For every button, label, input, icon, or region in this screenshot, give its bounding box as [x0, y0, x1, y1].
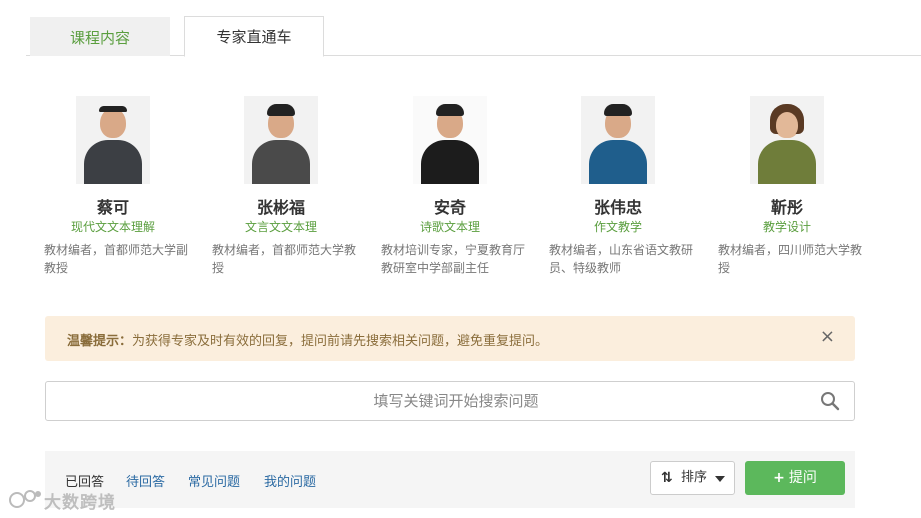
expert-hair-shape [604, 104, 632, 116]
expert-name: 靳彤 [770, 198, 803, 217]
expert-name: 张伟忠 [593, 198, 642, 217]
expert-description: 教材编者，首都师范大学副教授 [44, 243, 189, 275]
expert-body-shape [421, 140, 479, 184]
expert-description: 教材编者，四川师范大学教授 [718, 243, 863, 275]
plus-icon: + [773, 470, 785, 486]
expert-body-shape [758, 140, 816, 184]
notice-title: 温馨提示： [67, 334, 133, 349]
expert-hair-shape [436, 104, 464, 116]
watermark-logo-icon [9, 490, 41, 508]
expert-body-shape [84, 140, 142, 184]
sort-label: 排序 [681, 470, 708, 485]
expert-photo [76, 96, 150, 184]
ask-label: 提问 [788, 470, 817, 486]
expert-card[interactable]: 张彬福 文言文文本理 教材编者，首都师范大学教授 [208, 96, 358, 277]
filter-pending[interactable]: 待回答 [126, 471, 165, 490]
expert-body-shape [252, 140, 310, 184]
notice-body: 为获得专家及时有效的回复，提问前请先搜索相关问题，避免重复提问。 [132, 334, 549, 349]
ask-question-button[interactable]: + 提问 [745, 461, 845, 495]
expert-field[interactable]: 现代文文本理解 [40, 218, 186, 235]
expert-field[interactable]: 文言文文本理 [208, 218, 354, 235]
expert-field[interactable]: 作文教学 [545, 218, 691, 235]
expert-card[interactable]: 安奇 诗歌文本理 教材培训专家，宁夏教育厅教研室中学部副主任 [377, 96, 527, 277]
question-toolbar: 已回答 待回答 常见问题 我的问题 ⇅ 排序 + 提问 [45, 451, 855, 508]
expert-photo [750, 96, 824, 184]
expert-face-shape [776, 112, 798, 138]
expert-name: 安奇 [433, 198, 466, 217]
expert-hair-shape [99, 106, 127, 112]
expert-photo [413, 96, 487, 184]
tab-course-content[interactable]: 课程内容 [30, 17, 170, 56]
expert-head-shape [100, 108, 126, 138]
expert-description: 教材编者，首都师范大学教授 [212, 243, 357, 275]
expert-card[interactable]: 靳彤 教学设计 教材编者，四川师范大学教授 [714, 96, 864, 277]
expert-description: 教材编者，山东省语文教研员、特级教师 [549, 243, 694, 275]
expert-field[interactable]: 诗歌文本理 [377, 218, 523, 235]
expert-name: 张彬福 [256, 198, 305, 217]
expert-card[interactable]: 蔡可 现代文文本理解 教材编者，首都师范大学副教授 [40, 96, 190, 277]
notice-message: 温馨提示：为获得专家及时有效的回复，提问前请先搜索相关问题，避免重复提问。 [67, 330, 548, 349]
sort-arrows-icon: ⇅ [661, 470, 673, 486]
sort-dropdown[interactable]: ⇅ 排序 [650, 461, 735, 495]
tip-notice: 温馨提示：为获得专家及时有效的回复，提问前请先搜索相关问题，避免重复提问。 × [45, 316, 855, 361]
search-icon[interactable] [820, 391, 840, 411]
filter-my-questions[interactable]: 我的问题 [264, 471, 316, 490]
expert-body-shape [589, 140, 647, 184]
tab-expert-express[interactable]: 专家直通车 [184, 16, 324, 57]
close-icon[interactable]: × [820, 326, 835, 347]
expert-hair-shape [267, 104, 295, 116]
expert-name: 蔡可 [96, 198, 129, 217]
chevron-down-icon [715, 476, 725, 482]
expert-list: 蔡可 现代文文本理解 教材编者，首都师范大学副教授 张彬福 文言文文本理 教材编… [40, 96, 880, 286]
watermark-text: 大数跨境 [44, 493, 116, 513]
tab-bar: 课程内容 专家直通车 [26, 16, 921, 57]
expert-field[interactable]: 教学设计 [714, 218, 860, 235]
search-bar [45, 381, 855, 421]
expert-photo [581, 96, 655, 184]
expert-photo [244, 96, 318, 184]
expert-card[interactable]: 张伟忠 作文教学 教材编者，山东省语文教研员、特级教师 [545, 96, 695, 277]
expert-description: 教材培训专家，宁夏教育厅教研室中学部副主任 [381, 243, 526, 275]
search-input[interactable] [46, 382, 806, 420]
filter-faq[interactable]: 常见问题 [188, 471, 240, 490]
